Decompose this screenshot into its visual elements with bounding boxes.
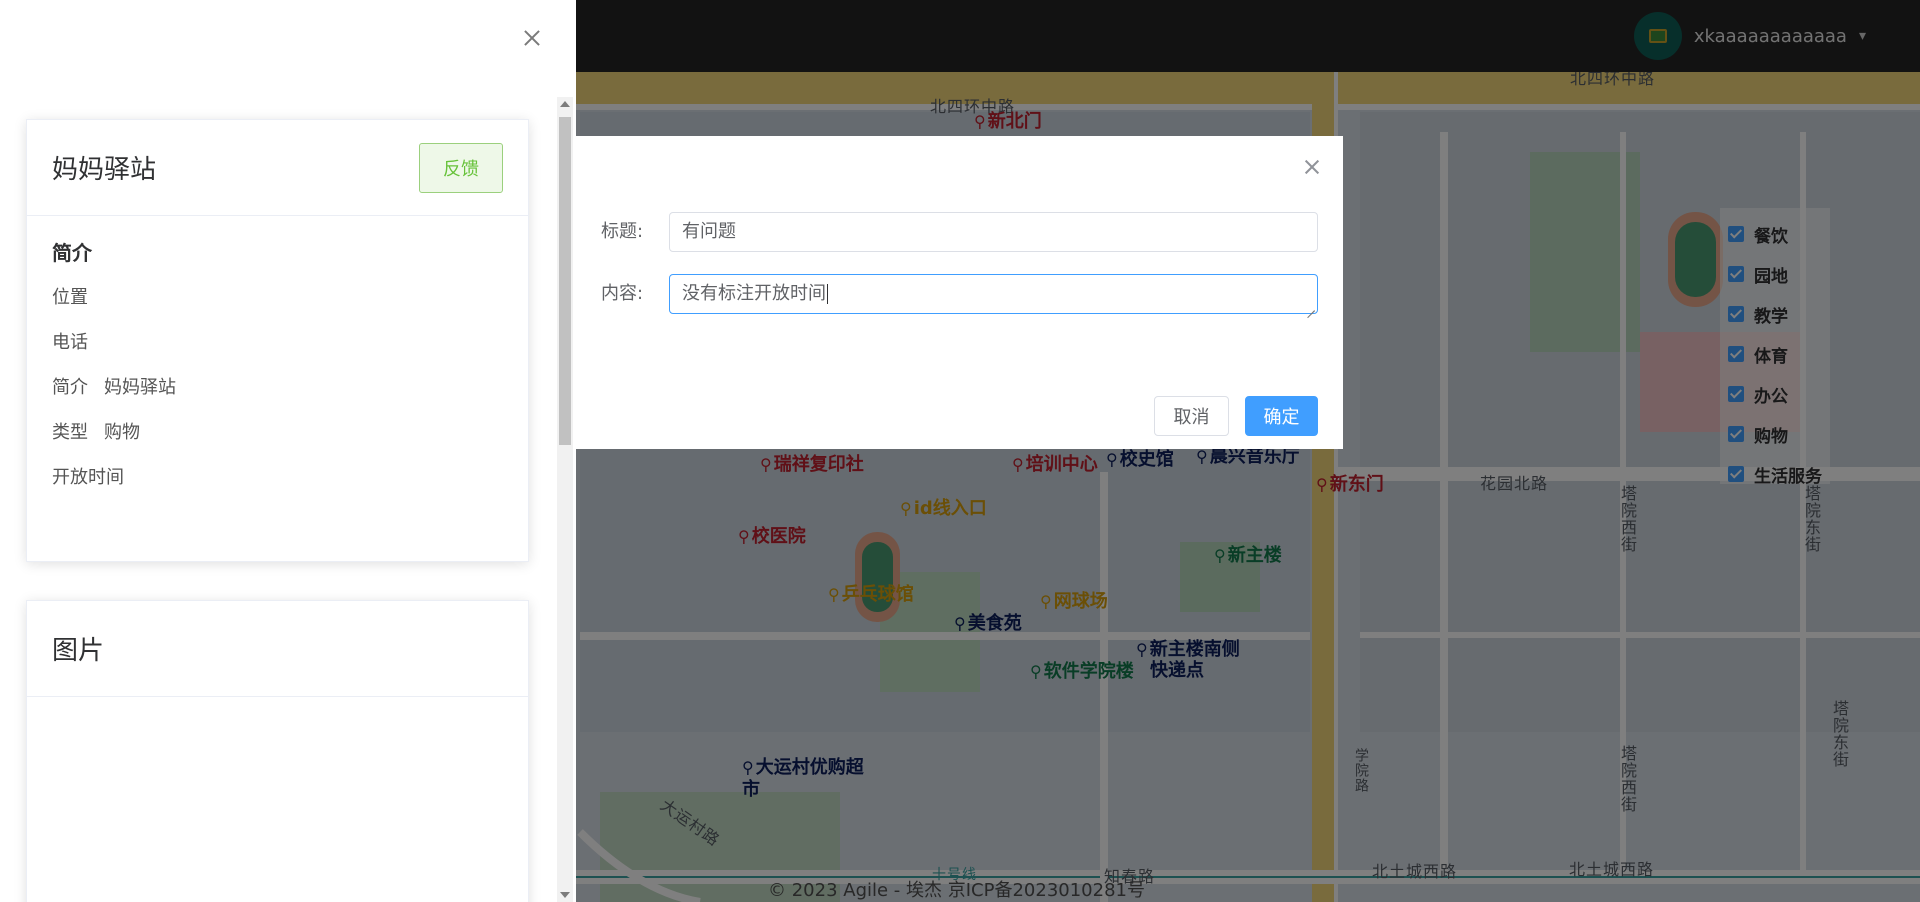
info-row-type: 类型 购物 xyxy=(52,420,503,446)
row-key: 电话 xyxy=(52,332,88,353)
row-key: 开放时间 xyxy=(52,467,124,488)
title-label: 标题: xyxy=(601,221,644,242)
info-row-phone: 电话 xyxy=(52,330,503,356)
scroll-up-arrow-icon[interactable] xyxy=(560,101,570,107)
card-header: 妈妈驿站 反馈 xyxy=(27,120,528,216)
info-row-intro: 简介 妈妈驿站 xyxy=(52,375,503,401)
card-header: 图片 xyxy=(27,601,528,697)
info-row-hours: 开放时间 xyxy=(52,465,503,491)
row-key: 类型 xyxy=(52,422,88,443)
title-input-value: 有问题 xyxy=(682,221,736,242)
place-info-card: 妈妈驿站 反馈 简介 位置 电话 简介 妈妈驿站 类型 购物 开放时间 xyxy=(26,119,529,562)
feedback-button[interactable]: 反馈 xyxy=(419,143,503,193)
feedback-dialog: 标题: 有问题 内容: 没有标注开放时间 取消 确定 xyxy=(576,136,1343,449)
close-icon[interactable] xyxy=(1303,158,1321,176)
pictures-card: 图片 xyxy=(26,600,529,902)
content-label: 内容: xyxy=(601,283,644,304)
place-name: 妈妈驿站 xyxy=(52,155,157,185)
content-textarea[interactable]: 没有标注开放时间 xyxy=(669,274,1318,314)
row-value: 购物 xyxy=(104,422,140,443)
pictures-title: 图片 xyxy=(52,636,105,666)
cancel-button[interactable]: 取消 xyxy=(1154,396,1229,436)
row-value: 妈妈驿站 xyxy=(104,377,176,398)
content-textarea-value: 没有标注开放时间 xyxy=(682,283,826,304)
scroll-thumb[interactable] xyxy=(559,117,571,445)
card-body: 简介 位置 电话 简介 妈妈驿站 类型 购物 开放时间 xyxy=(27,216,528,534)
drawer-scrollbar[interactable] xyxy=(557,97,573,902)
text-cursor xyxy=(827,284,828,304)
info-row-location: 位置 xyxy=(52,285,503,311)
close-icon[interactable] xyxy=(520,26,544,50)
scroll-down-arrow-icon[interactable] xyxy=(560,892,570,898)
section-title: 简介 xyxy=(52,241,92,265)
resize-grip-icon[interactable] xyxy=(1305,301,1315,311)
row-key: 简介 xyxy=(52,377,88,398)
place-detail-drawer: 妈妈驿站 反馈 简介 位置 电话 简介 妈妈驿站 类型 购物 开放时间 图片 xyxy=(0,0,576,902)
confirm-button[interactable]: 确定 xyxy=(1245,396,1318,436)
row-key: 位置 xyxy=(52,287,88,308)
title-input[interactable]: 有问题 xyxy=(669,212,1318,252)
